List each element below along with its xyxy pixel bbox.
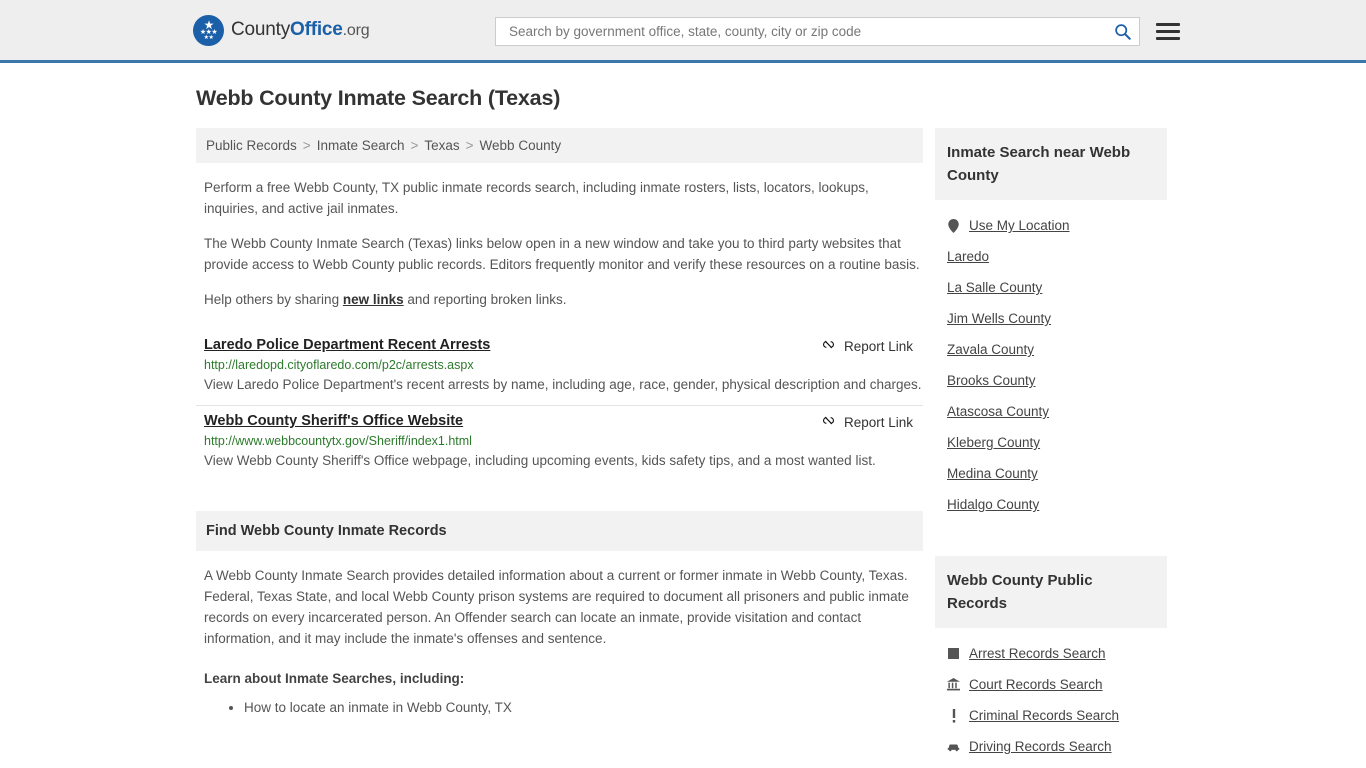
- sidebar-near-list: Use My Location Laredo La Salle County J…: [935, 200, 1167, 520]
- page-container: Webb County Inmate Search (Texas) Public…: [0, 63, 1366, 768]
- stars-row-2: ★★: [203, 35, 214, 41]
- broken-link-icon: [821, 337, 836, 355]
- site-header: ★ ★★★ ★★ CountyOffice.org: [0, 0, 1366, 63]
- sidebar-item-court-records[interactable]: Court Records Search: [935, 669, 1167, 700]
- sidebar-item-criminal-records[interactable]: Criminal Records Search: [935, 700, 1167, 731]
- intro-text: Perform a free Webb County, TX public in…: [196, 177, 923, 310]
- sidebar-link-label[interactable]: Atascosa County: [947, 404, 1049, 419]
- report-link-label: Report Link: [843, 338, 913, 354]
- find-records-paragraph: A Webb County Inmate Search provides det…: [204, 568, 909, 646]
- sidebar-link-label[interactable]: Kleberg County: [947, 435, 1040, 450]
- sidebar: Inmate Search near Webb County Use My Lo…: [935, 128, 1167, 768]
- sidebar-item-medina-county[interactable]: Medina County: [935, 458, 1167, 489]
- sidebar-link-label[interactable]: La Salle County: [947, 280, 1042, 295]
- breadcrumb-item-texas[interactable]: Texas: [424, 138, 459, 153]
- sidebar-item-use-my-location[interactable]: Use My Location: [935, 210, 1167, 241]
- sidebar-link-label[interactable]: Criminal Records Search: [969, 708, 1119, 723]
- breadcrumb-separator: >: [410, 138, 419, 153]
- list-item: How to locate an inmate in Webb County, …: [244, 697, 923, 718]
- sidebar-item-hidalgo-county[interactable]: Hidalgo County: [935, 489, 1167, 520]
- breadcrumb-item-webb-county[interactable]: Webb County: [480, 138, 562, 153]
- sidebar-item-brooks-county[interactable]: Brooks County: [935, 365, 1167, 396]
- intro-paragraph-3: Help others by sharing new links and rep…: [204, 289, 923, 310]
- sidebar-link-label[interactable]: Laredo: [947, 249, 989, 264]
- car-icon: [947, 742, 960, 752]
- sidebar-item-atascosa-county[interactable]: Atascosa County: [935, 396, 1167, 427]
- intro-p3-before: Help others by sharing: [204, 292, 343, 307]
- exclamation-icon: [947, 708, 960, 723]
- location-pin-icon: [947, 218, 960, 233]
- sidebar-link-label[interactable]: Brooks County: [947, 373, 1036, 388]
- hamburger-bar-3: [1156, 37, 1180, 40]
- intro-paragraph-1: Perform a free Webb County, TX public in…: [204, 180, 869, 216]
- courthouse-icon: [947, 678, 960, 691]
- report-link-label: Report Link: [843, 414, 913, 430]
- sidebar-link-label[interactable]: Medina County: [947, 466, 1038, 481]
- sidebar-link-label[interactable]: Use My Location: [969, 218, 1070, 233]
- sidebar-item-kleberg-county[interactable]: Kleberg County: [935, 427, 1167, 458]
- sidebar-item-laredo[interactable]: Laredo: [935, 241, 1167, 272]
- sidebar-link-label[interactable]: Hidalgo County: [947, 497, 1039, 512]
- learn-about-label: Learn about Inmate Searches, including:: [204, 671, 465, 686]
- resource-url: http://laredopd.cityoflaredo.com/p2c/arr…: [204, 358, 474, 372]
- page-title: Webb County Inmate Search (Texas): [196, 86, 561, 110]
- report-link-button[interactable]: Report Link: [821, 337, 913, 355]
- new-links-link[interactable]: new links: [343, 292, 404, 307]
- resource-title-link[interactable]: Laredo Police Department Recent Arrests: [204, 337, 490, 353]
- main-content: Public Records > Inmate Search > Texas >…: [196, 128, 923, 718]
- site-logo[interactable]: ★ ★★★ ★★ CountyOffice.org: [193, 14, 370, 46]
- report-link-button[interactable]: Report Link: [821, 413, 913, 431]
- sidebar-item-zavala-county[interactable]: Zavala County: [935, 334, 1167, 365]
- logo-text-office: Office: [290, 19, 343, 40]
- link-entry-header: Webb County Sheriff's Office Website Rep…: [204, 413, 923, 431]
- breadcrumb-item-public-records[interactable]: Public Records: [206, 138, 297, 153]
- learn-bullet-list: How to locate an inmate in Webb County, …: [224, 697, 923, 718]
- resource-description: View Webb County Sheriff's Office webpag…: [204, 453, 876, 468]
- sidebar-item-arrest-records[interactable]: Arrest Records Search: [935, 638, 1167, 669]
- hamburger-menu-icon[interactable]: [1156, 23, 1180, 40]
- search-icon[interactable]: [1113, 23, 1131, 41]
- link-entry-header: Laredo Police Department Recent Arrests: [204, 337, 923, 355]
- breadcrumb-separator: >: [302, 138, 311, 153]
- hamburger-bar-2: [1156, 30, 1180, 33]
- square-icon: [947, 648, 960, 659]
- sidebar-link-label[interactable]: Driving Records Search: [969, 739, 1112, 754]
- find-records-heading: Find Webb County Inmate Records: [196, 511, 923, 551]
- sidebar-near-heading: Inmate Search near Webb County: [935, 128, 1167, 200]
- eagle-stars-emblem-icon: ★ ★★★ ★★: [193, 14, 224, 46]
- logo-text-org: .org: [342, 22, 370, 39]
- resource-link-list: Laredo Police Department Recent Arrests: [196, 330, 923, 481]
- sidebar-link-label[interactable]: Arrest Records Search: [969, 646, 1106, 661]
- resource-description: View Laredo Police Department's recent a…: [204, 377, 922, 392]
- sidebar-records-list: Arrest Records Search Court Records Sear…: [935, 628, 1167, 762]
- sidebar-link-label[interactable]: Zavala County: [947, 342, 1034, 357]
- eagle-glyph: ★: [203, 18, 215, 32]
- content-columns: Public Records > Inmate Search > Texas >…: [0, 128, 1366, 768]
- hamburger-bar-1: [1156, 23, 1180, 26]
- search-area: [495, 17, 1180, 46]
- breadcrumb-separator: >: [465, 138, 474, 153]
- list-item: Laredo Police Department Recent Arrests: [196, 330, 923, 406]
- intro-paragraph-2: The Webb County Inmate Search (Texas) li…: [204, 236, 920, 272]
- intro-p3-after: and reporting broken links.: [403, 292, 567, 307]
- list-item: Webb County Sheriff's Office Website Rep…: [196, 406, 923, 481]
- sidebar-records-heading: Webb County Public Records: [935, 556, 1167, 628]
- resource-url: http://www.webbcountytx.gov/Sheriff/inde…: [204, 434, 472, 448]
- resource-title-link[interactable]: Webb County Sheriff's Office Website: [204, 413, 463, 429]
- search-input[interactable]: [507, 23, 1113, 40]
- sidebar-panel-public-records: Webb County Public Records Arrest Record…: [935, 556, 1167, 762]
- breadcrumb-item-inmate-search[interactable]: Inmate Search: [317, 138, 405, 153]
- logo-text: CountyOffice.org: [231, 19, 370, 41]
- sidebar-item-jim-wells-county[interactable]: Jim Wells County: [935, 303, 1167, 334]
- sidebar-link-label[interactable]: Court Records Search: [969, 677, 1103, 692]
- sidebar-item-la-salle-county[interactable]: La Salle County: [935, 272, 1167, 303]
- sidebar-panel-near: Inmate Search near Webb County Use My Lo…: [935, 128, 1167, 520]
- broken-link-icon: [821, 413, 836, 431]
- logo-text-county: County: [231, 19, 291, 40]
- breadcrumb: Public Records > Inmate Search > Texas >…: [196, 128, 923, 163]
- search-box[interactable]: [495, 17, 1140, 46]
- sidebar-link-label[interactable]: Jim Wells County: [947, 311, 1051, 326]
- sidebar-item-driving-records[interactable]: Driving Records Search: [935, 731, 1167, 762]
- find-records-body: A Webb County Inmate Search provides det…: [196, 565, 923, 718]
